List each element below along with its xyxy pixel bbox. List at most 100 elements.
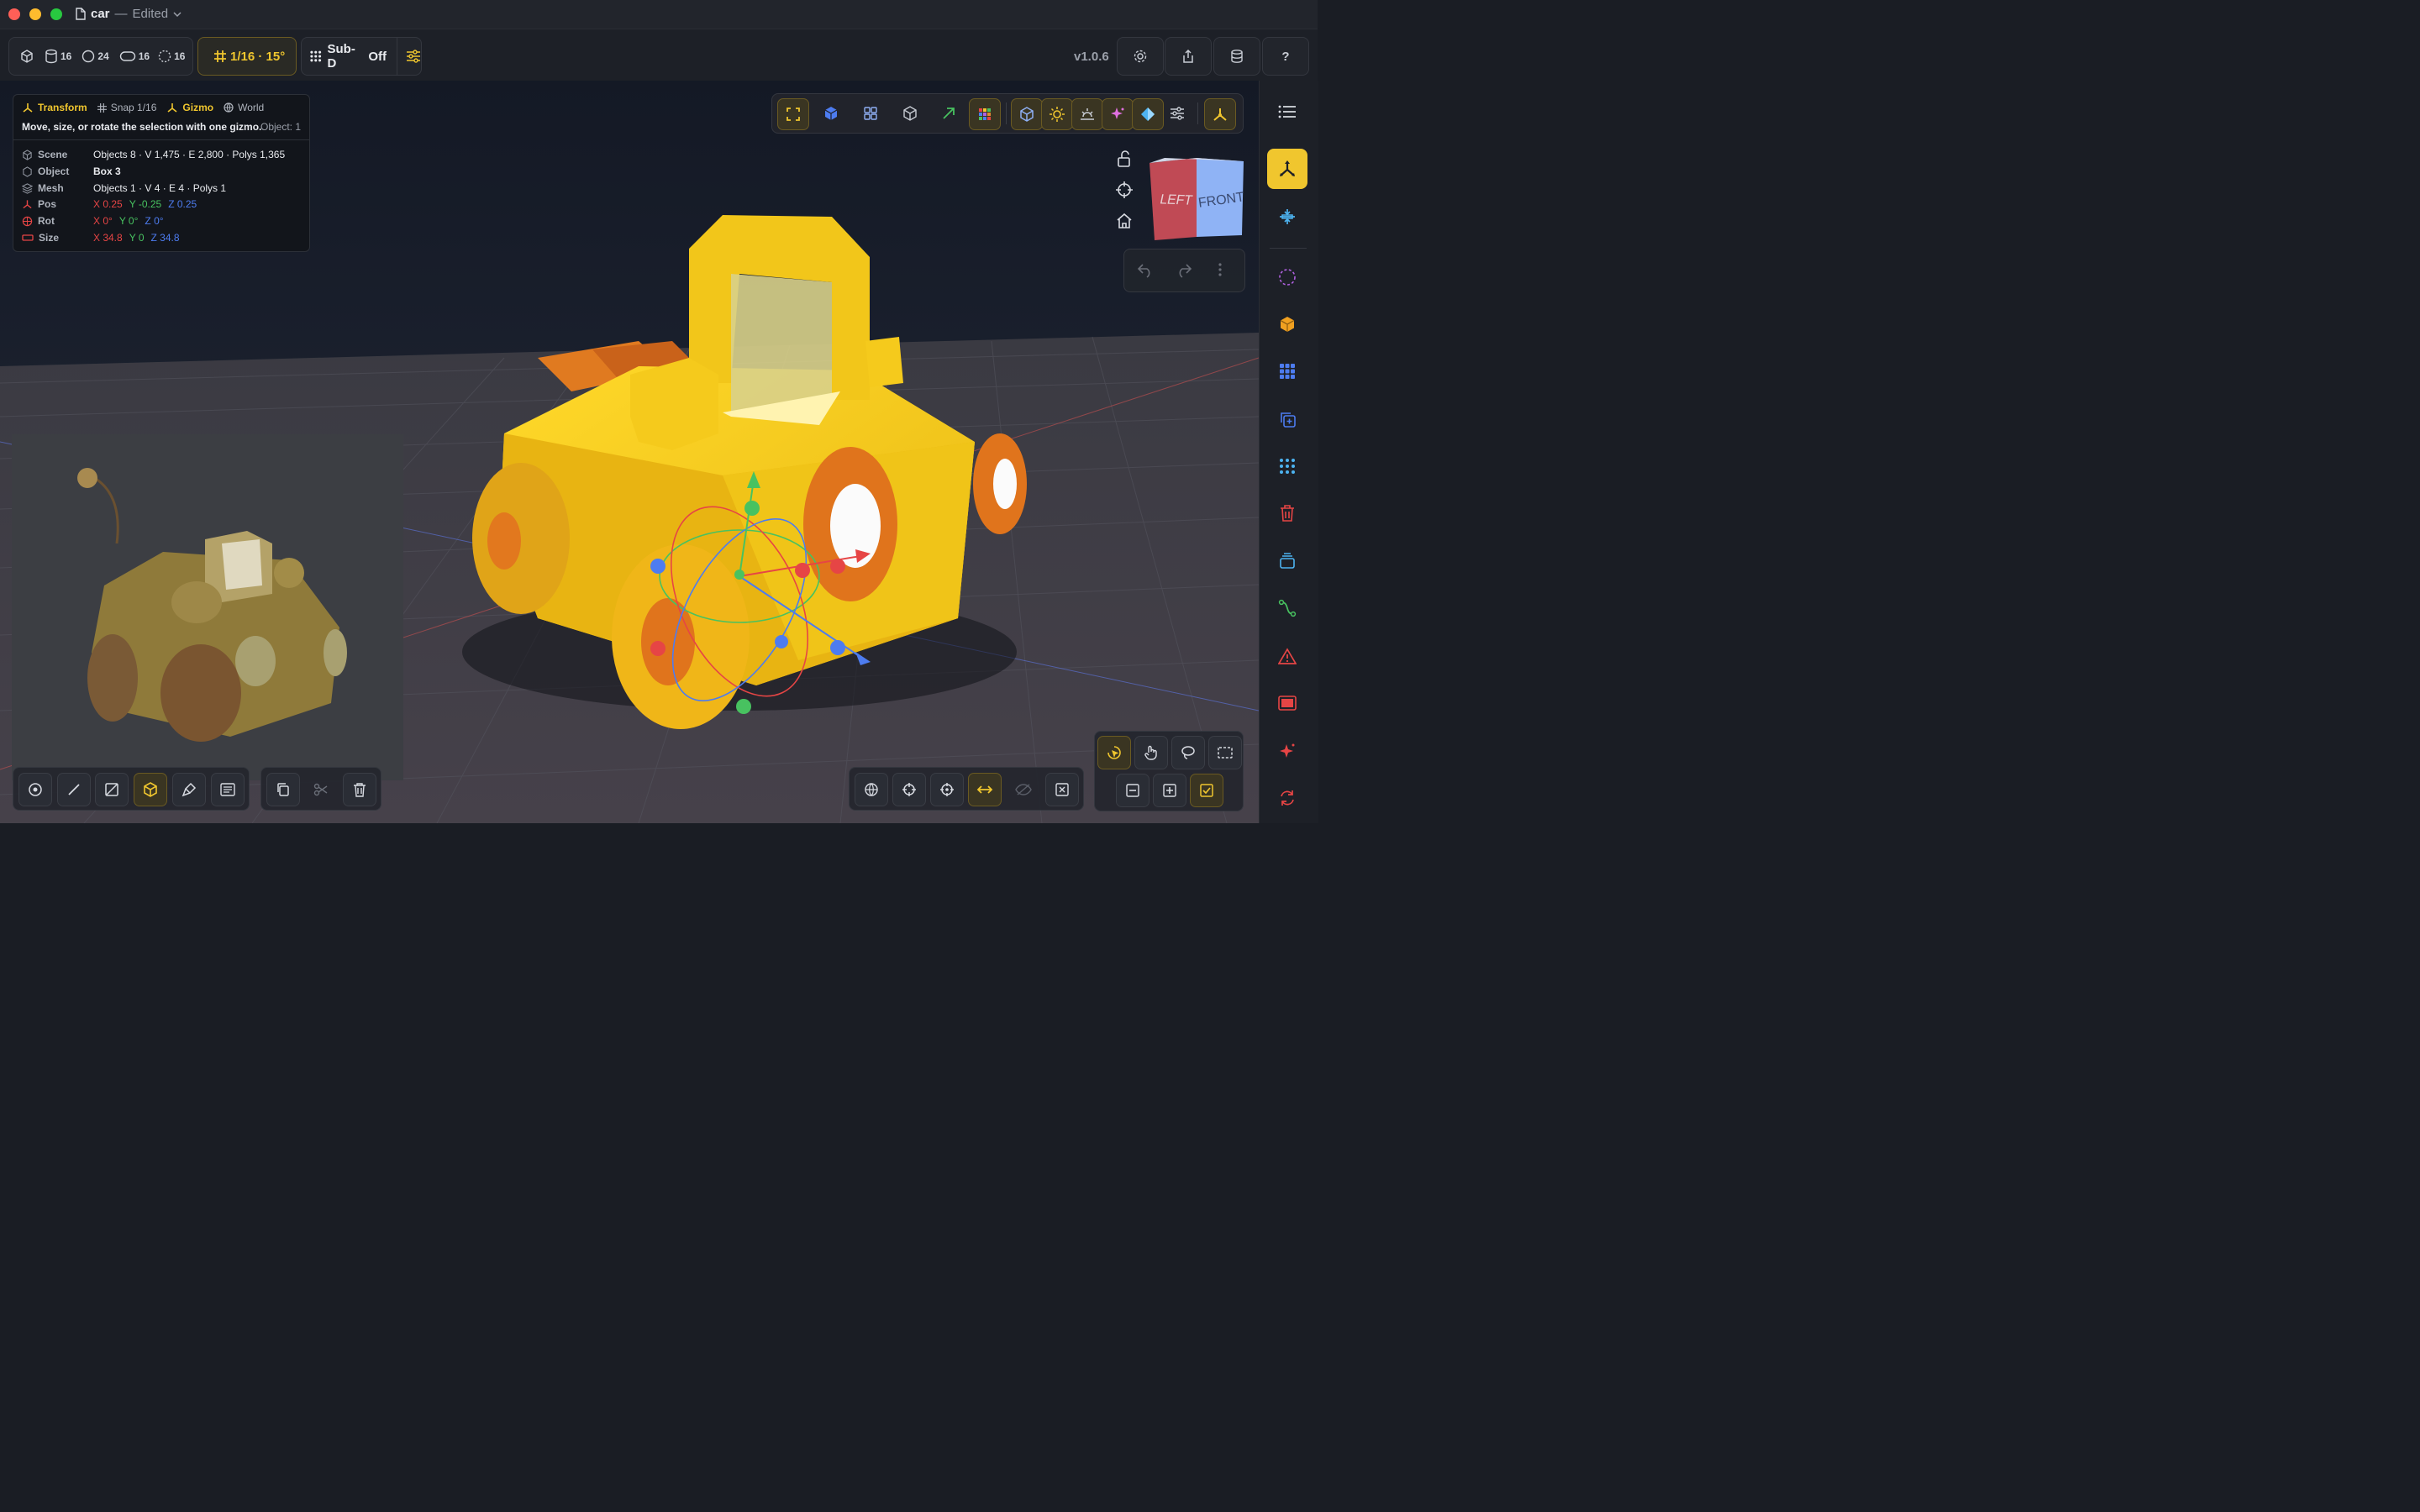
layers-button[interactable] <box>1267 541 1307 581</box>
effects-button[interactable] <box>1102 98 1134 130</box>
edge-mode-button[interactable] <box>57 773 91 806</box>
select-tool-button[interactable] <box>1097 736 1131 769</box>
face-mode-button[interactable] <box>95 773 129 806</box>
cut-button[interactable] <box>304 773 338 806</box>
primitive-sphere-button[interactable]: 24 <box>82 50 109 63</box>
warnings-button[interactable] <box>1267 636 1307 676</box>
primitive-group: 16 24 16 16 <box>8 37 193 76</box>
object-mode-button[interactable] <box>134 773 167 806</box>
copy-icon <box>277 783 289 796</box>
undo-button[interactable] <box>1136 261 1155 278</box>
quad-view-button[interactable] <box>855 98 886 129</box>
wireframe-button[interactable] <box>895 98 925 129</box>
select-replace-button[interactable] <box>1190 774 1223 807</box>
frame-selection-button[interactable] <box>777 98 809 130</box>
position-x[interactable]: X 0.25 <box>93 198 123 210</box>
sphere-segments: 24 <box>97 50 109 62</box>
view-settings-button[interactable] <box>1162 98 1192 129</box>
normals-button[interactable] <box>934 98 964 129</box>
render-button[interactable] <box>1267 683 1307 723</box>
primitive-cube-button[interactable] <box>19 49 34 64</box>
size-y[interactable]: Y 0 <box>129 232 145 244</box>
rotation-x[interactable]: X 0° <box>93 215 113 227</box>
subdivide-button[interactable] <box>1267 446 1307 486</box>
space-indicator[interactable]: World <box>224 102 264 113</box>
transform-mode[interactable]: Transform <box>22 102 87 113</box>
gizmo-toggle-button[interactable] <box>1204 98 1236 130</box>
position-y[interactable]: Y -0.25 <box>129 198 161 210</box>
focus-target-button[interactable] <box>1115 181 1135 201</box>
paint-select-button[interactable] <box>1134 736 1168 769</box>
settings-button[interactable] <box>1117 37 1164 76</box>
material-view-button[interactable] <box>1011 98 1043 130</box>
minimize-window-button[interactable] <box>29 8 41 20</box>
size-x[interactable]: X 34.8 <box>93 232 123 244</box>
lighting-button[interactable] <box>1041 98 1073 130</box>
rotation-z[interactable]: Z 0° <box>145 215 163 227</box>
zoom-window-button[interactable] <box>50 8 62 20</box>
remove-object-button[interactable] <box>1267 493 1307 533</box>
vertex-mode-button[interactable] <box>18 773 52 806</box>
add-box-button[interactable] <box>1267 304 1307 344</box>
position-z[interactable]: Z 0.25 <box>168 198 197 210</box>
subd-toggle[interactable]: Sub-D Off <box>309 42 387 71</box>
snap-settings-button[interactable]: 1/16 · 15° <box>197 37 297 76</box>
lasso-select-button[interactable] <box>1171 736 1205 769</box>
properties-button[interactable] <box>211 773 245 806</box>
pivot-center-button[interactable] <box>892 773 926 806</box>
mirror-button[interactable] <box>968 773 1002 806</box>
torus-segments: 16 <box>174 50 186 62</box>
document-name: car <box>91 7 110 21</box>
redo-button[interactable] <box>1175 261 1193 278</box>
sparkle-icon <box>1111 108 1124 119</box>
primitive-torus-button[interactable]: 16 <box>158 50 185 63</box>
lock-view-button[interactable] <box>1115 150 1135 170</box>
sculpt-button[interactable] <box>172 773 206 806</box>
reference-image[interactable] <box>12 434 403 780</box>
ai-assist-button[interactable] <box>1267 731 1307 771</box>
title-bar: car — Edited <box>0 0 1318 29</box>
mode-row: Transform Snap 1/16 Gizmo World <box>22 102 264 113</box>
share-button[interactable] <box>1165 37 1212 76</box>
delete-button[interactable] <box>343 773 376 806</box>
document-title[interactable]: car — Edited <box>76 7 182 21</box>
copy-button[interactable] <box>266 773 300 806</box>
view-cube-left-label[interactable]: LEFT <box>1159 192 1194 209</box>
refresh-icon <box>1281 790 1294 806</box>
hide-button[interactable] <box>1007 773 1040 806</box>
array-button[interactable] <box>1267 351 1307 391</box>
global-space-button[interactable] <box>855 773 888 806</box>
more-options-button[interactable] <box>1217 261 1223 278</box>
box-select-button[interactable] <box>1208 736 1242 769</box>
pivot-cursor-button[interactable] <box>930 773 964 806</box>
view-cube[interactable]: LEFT FRONT <box>1148 156 1245 244</box>
path-tool-button[interactable] <box>1267 588 1307 628</box>
transform-info-panel: Transform Snap 1/16 Gizmo World Move, si… <box>13 94 310 252</box>
transform-tool-button[interactable] <box>1267 149 1307 189</box>
xray-button[interactable] <box>1132 98 1164 130</box>
size-z[interactable]: Z 34.8 <box>151 232 180 244</box>
primitive-cylinder-button[interactable]: 16 <box>45 49 71 64</box>
edge-icon <box>68 784 80 795</box>
select-add-button[interactable] <box>1153 774 1186 807</box>
rotation-y[interactable]: Y 0° <box>119 215 139 227</box>
gizmo-indicator[interactable]: Gizmo <box>166 102 213 113</box>
duplicate-button[interactable] <box>1267 399 1307 439</box>
select-subtract-button[interactable] <box>1116 774 1150 807</box>
outliner-button[interactable] <box>1267 92 1307 132</box>
storage-button[interactable] <box>1213 37 1260 76</box>
add-sphere-button[interactable] <box>1267 257 1307 297</box>
environment-button[interactable] <box>1071 98 1103 130</box>
close-window-button[interactable] <box>8 8 20 20</box>
primitive-capsule-button[interactable]: 16 <box>119 50 150 62</box>
help-button[interactable]: ? <box>1262 37 1309 76</box>
align-tool-button[interactable] <box>1267 197 1307 237</box>
clear-button[interactable] <box>1045 773 1079 806</box>
texture-grid-button[interactable] <box>969 98 1001 130</box>
refresh-button[interactable] <box>1267 778 1307 818</box>
trash-icon <box>354 783 366 797</box>
solid-shading-button[interactable] <box>816 98 846 129</box>
subd-settings-button[interactable] <box>397 38 421 75</box>
snap-indicator[interactable]: Snap 1/16 <box>97 102 156 113</box>
home-view-button[interactable] <box>1115 212 1135 232</box>
